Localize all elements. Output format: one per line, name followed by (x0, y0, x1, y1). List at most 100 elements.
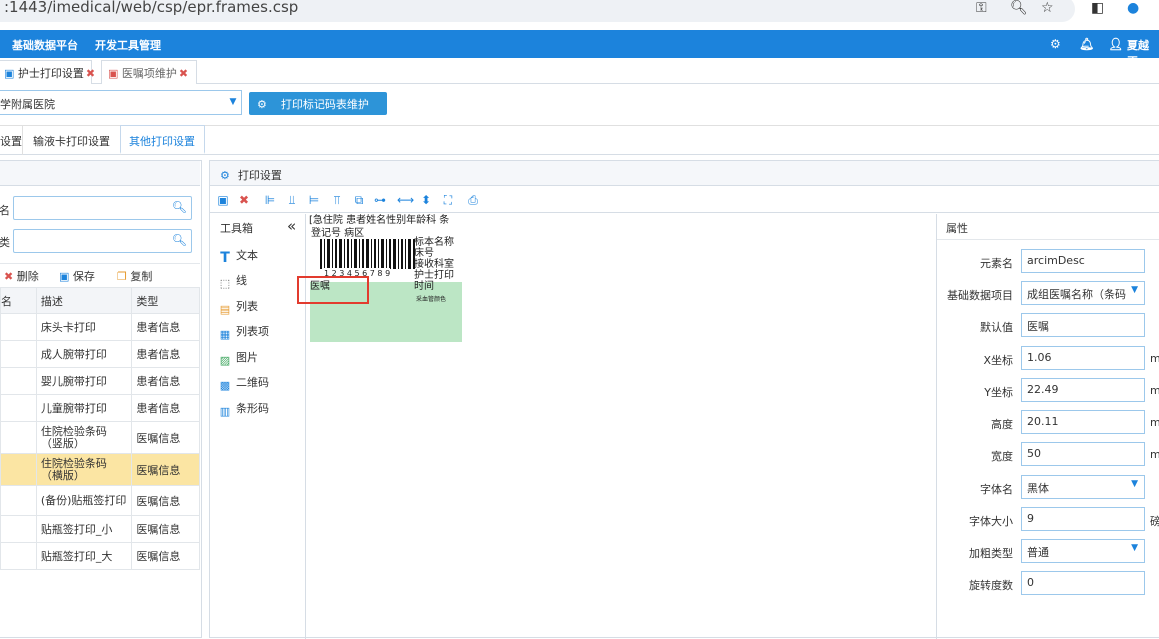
zoom-icon[interactable]: 🔍︎ (1010, 0, 1028, 16)
tab-other-print[interactable]: 其他打印设置 (120, 125, 205, 154)
chevron-down-icon[interactable]: ▼ (1131, 479, 1138, 489)
design-canvas[interactable]: [急住院 患者姓名性别年龄科 条 登记号 病区 1 2 3 4 5 6 7 8 … (297, 214, 936, 639)
doc-icon: ▣ (4, 67, 15, 80)
search-icon[interactable]: 🔍︎ (172, 233, 187, 247)
property-input[interactable]: 黑体 ▼ (1021, 475, 1145, 499)
table-row[interactable]: 成人腕带打印 患者信息 (0, 340, 200, 368)
settings-icon[interactable]: ⚙ (1050, 37, 1061, 51)
property-input[interactable]: 20.11 (1021, 410, 1145, 434)
sidepanel-icon[interactable]: ◧ (1091, 0, 1104, 16)
table-row[interactable]: 住院检验条码（竖版） 医嘱信息 (0, 421, 200, 454)
tool-qrcode[interactable]: ▩ 二维码 (218, 374, 269, 392)
selection-highlight (297, 276, 369, 304)
chevron-down-icon[interactable]: ▼ (1131, 543, 1138, 553)
tool-label: 列表 (236, 300, 258, 313)
tool-list[interactable]: ▤ 列表 (218, 298, 258, 316)
table-row[interactable]: (备份)贴瓶签打印 医嘱信息 (0, 485, 200, 516)
tab-label: 医嘱项维护 (121, 67, 177, 80)
table-row[interactable]: 儿童腕带打印 患者信息 (0, 394, 200, 422)
property-label: 加粗类型 (969, 547, 1013, 560)
barcode-icon: ▥ (219, 405, 231, 418)
same-height-icon[interactable]: ⬍ (419, 193, 433, 207)
table-row[interactable]: 贴瓶签打印_小 医嘱信息 (0, 515, 200, 543)
property-label: 默认值 (980, 321, 1013, 334)
key-icon[interactable]: ⚿ (976, 0, 987, 16)
tool-image[interactable]: ▨ 图片 (218, 349, 258, 367)
canvas-label[interactable]: 护士打印 (414, 270, 464, 281)
copy-button[interactable]: ❐ 复制 (117, 268, 152, 284)
chevron-down-icon[interactable]: ▼ (1131, 285, 1138, 295)
property-input[interactable]: 22.49 (1021, 378, 1145, 402)
bell-icon[interactable]: 🔔︎ (1079, 37, 1094, 51)
property-input[interactable]: 1.06 (1021, 346, 1145, 370)
preview-icon[interactable]: ⎙ (466, 193, 480, 207)
collapse-icon[interactable]: « (287, 217, 296, 235)
print-code-table-button[interactable]: ⚙ 打印标记码表维护 (249, 92, 387, 115)
save-label: 保存 (72, 270, 95, 283)
table-row[interactable]: 床头卡打印 患者信息 (0, 313, 200, 341)
panel-title: 打印设置 (237, 169, 282, 182)
search-type-input[interactable]: 🔍︎ (13, 229, 192, 253)
tube-color-label[interactable]: 采血管颜色 (416, 294, 446, 305)
tab-nurse-print[interactable]: ▣ 护士打印设置 ✖ (0, 60, 95, 84)
property-input[interactable]: 医嘱 (1021, 313, 1145, 337)
align-top-icon[interactable]: ⫪ (330, 193, 344, 207)
property-input[interactable]: 普通 ▼ (1021, 539, 1145, 563)
property-label: 高度 (991, 418, 1013, 431)
align-right-icon[interactable]: ⊨ (307, 193, 321, 207)
canvas-label[interactable]: 床号 (414, 248, 464, 259)
canvas-row-1[interactable]: [急住院 患者姓名性别年龄科 条 (309, 215, 449, 226)
chevron-down-icon[interactable]: ▼ (225, 91, 241, 114)
search-name-input[interactable]: 🔍︎ (13, 196, 192, 220)
same-width-icon[interactable]: ⟷ (397, 193, 414, 207)
delete-icon[interactable]: ✖ (237, 193, 251, 207)
property-input[interactable]: 成组医嘱名称（条码 ▼ (1021, 281, 1145, 305)
column-header[interactable]: 描述 (35, 287, 133, 314)
column-header[interactable]: 类型 (131, 287, 200, 314)
table-row[interactable]: 贴瓶签打印_大 医嘱信息 (0, 542, 200, 570)
user-icon[interactable]: 👤︎ (1108, 37, 1123, 51)
tab-order-item[interactable]: ▣ 医嘱项维护 ✖ (101, 60, 197, 84)
save-icon: ▣ (59, 270, 70, 283)
tool-text[interactable]: T 文本 (218, 247, 258, 265)
canvas-label[interactable]: 时间 (414, 281, 464, 292)
tab-settings[interactable]: 设置 (0, 126, 23, 155)
canvas-label[interactable]: 标本名称 (414, 237, 464, 248)
table-row-selected[interactable]: 住院检验条码（横版） 医嘱信息 (0, 453, 200, 486)
barcode-element[interactable]: 1 2 3 4 5 6 7 8 9 (320, 239, 416, 279)
align-center-h-icon[interactable]: ⊶ (373, 193, 387, 207)
property-input[interactable]: 50 (1021, 442, 1145, 466)
tool-list-item[interactable]: ▦ 列表项 (218, 323, 269, 341)
tool-label: 条形码 (236, 402, 269, 415)
property-value: 0 (1027, 576, 1034, 589)
close-icon[interactable]: ✖ (86, 67, 95, 80)
properties-title: 属性 (937, 214, 1159, 240)
align-bottom-icon[interactable]: ⫫ (285, 193, 299, 207)
menu-basic-data[interactable]: 基础数据平台 (12, 37, 78, 53)
canvas-row-2[interactable]: 登记号 病区 (311, 228, 364, 239)
tool-barcode[interactable]: ▥ 条形码 (218, 400, 269, 418)
star-icon[interactable]: ☆ (1041, 0, 1054, 16)
same-size-icon[interactable]: ⛶ (441, 193, 455, 207)
table-row[interactable]: 婴儿腕带打印 患者信息 (0, 367, 200, 395)
sub-tabs: 设置 输液卡打印设置 其他打印设置 (0, 125, 1159, 155)
hospital-select[interactable]: 学附属医院 ▼ (0, 90, 242, 115)
close-icon[interactable]: ✖ (179, 67, 188, 80)
table-icon: ▦ (219, 328, 231, 341)
property-input[interactable]: 0 (1021, 571, 1145, 595)
profile-icon[interactable]: ● (1127, 0, 1139, 16)
delete-button[interactable]: ✖ 删除 (4, 268, 39, 284)
save-icon[interactable]: ▣ (216, 193, 230, 207)
search-icon[interactable]: 🔍︎ (172, 200, 187, 214)
column-header[interactable]: 名 (0, 287, 37, 314)
tool-line[interactable]: ⬚ 线 (218, 272, 247, 290)
property-input[interactable]: arcimDesc (1021, 249, 1145, 273)
tab-infusion-card[interactable]: 输液卡打印设置 (25, 126, 121, 155)
save-button[interactable]: ▣ 保存 (59, 268, 95, 284)
align-left-icon[interactable]: ⊫ (263, 193, 277, 207)
align-center-v-icon[interactable]: ⧉ (352, 193, 366, 207)
menu-dev-tools[interactable]: 开发工具管理 (95, 37, 161, 53)
address-bar[interactable]: :1443/imedical/web/csp/epr.frames.csp (0, 0, 1075, 22)
property-input[interactable]: 9 (1021, 507, 1145, 531)
canvas-label[interactable]: 接收科室 (414, 259, 464, 270)
